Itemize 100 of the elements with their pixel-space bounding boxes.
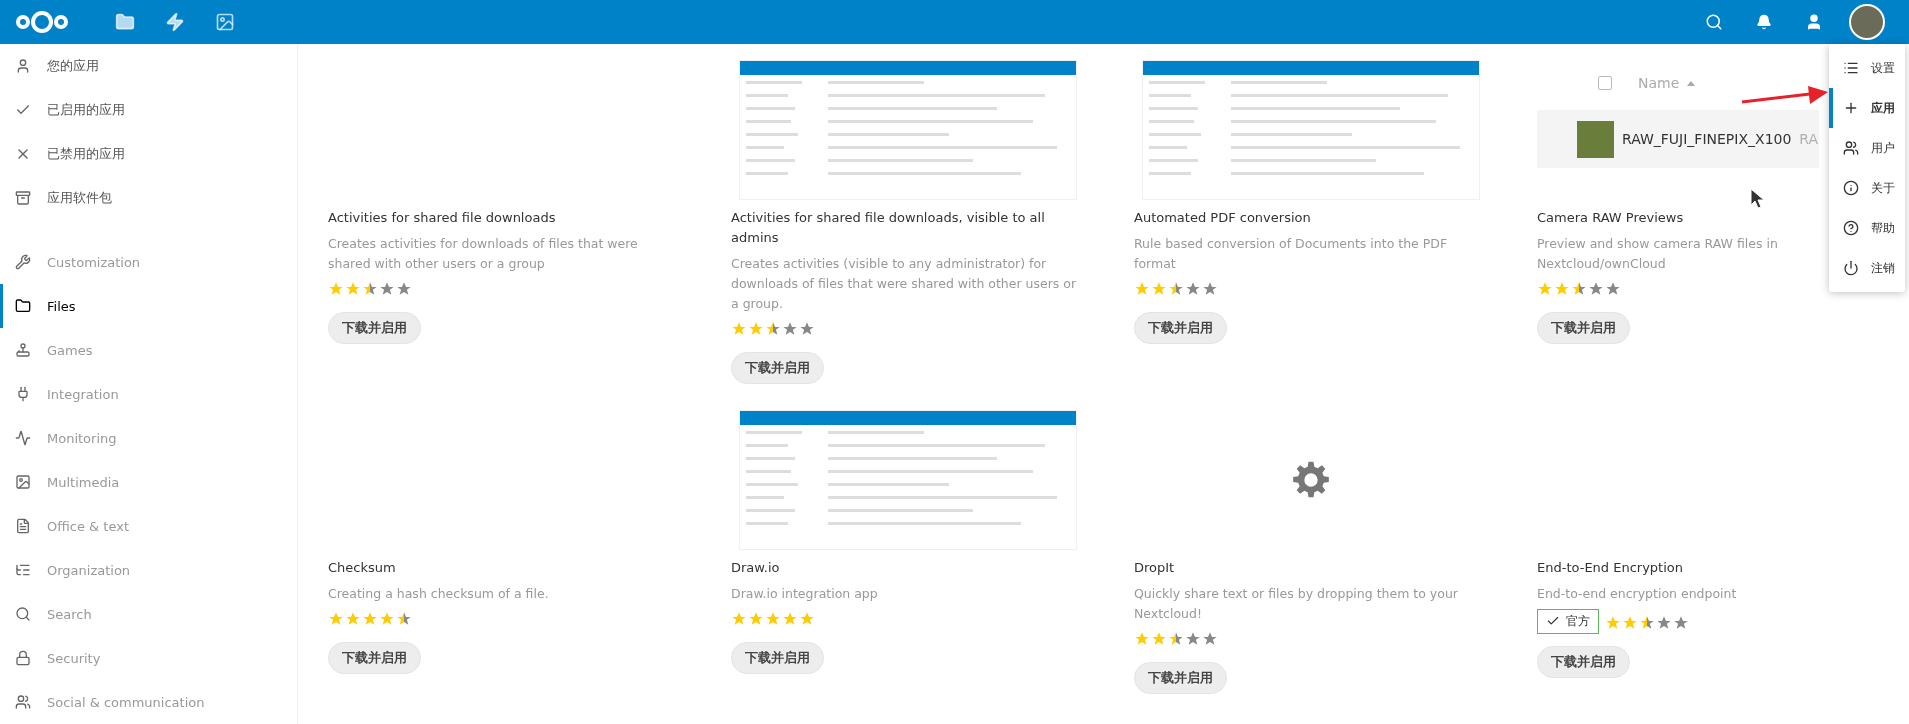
star-icon: [1134, 281, 1150, 297]
sidebar-item[interactable]: 您的应用: [0, 44, 297, 88]
category-icon: [15, 342, 31, 358]
official-badge: 官方: [1537, 608, 1599, 634]
star-icon: [1202, 281, 1218, 297]
gear-icon: [1290, 460, 1331, 500]
app-description: Rule based conversion of Documents into the PDF format: [1134, 235, 1449, 273]
sidebar-item[interactable]: Files: [0, 284, 297, 328]
app-title: DropIt: [1134, 559, 1176, 577]
star-icon: [379, 281, 395, 297]
star-icon: [1571, 281, 1587, 297]
category-icon: [15, 694, 31, 710]
photo-placeholder: [1577, 120, 1614, 158]
category-icon: [15, 430, 31, 446]
sidebar-icon: [15, 58, 31, 74]
star-icon: [1168, 631, 1184, 647]
app-title: Automated PDF conversion: [1134, 209, 1312, 227]
download-enable-button[interactable]: 下载并启用: [1537, 312, 1630, 344]
download-enable-button[interactable]: 下载并启用: [1134, 312, 1227, 344]
app-description: Preview and show camera RAW files in Nextcloud/ownCloud: [1537, 235, 1779, 273]
category-icon: [15, 254, 31, 270]
app-description: Creating a hash checksum of a file.: [328, 585, 549, 603]
menu-item[interactable]: 设置: [1829, 48, 1905, 88]
sidebar-icon: [15, 190, 31, 206]
file-row[interactable]: RAW_FUJI_FINEPIX_X100 RA: [1537, 110, 1819, 168]
star-icon: [748, 321, 764, 337]
category-icon: [15, 606, 31, 622]
app-description: End-to-end encryption endpoint: [1537, 585, 1737, 603]
download-enable-button[interactable]: 下载并启用: [1537, 646, 1630, 678]
menu-item[interactable]: 用户: [1829, 128, 1905, 168]
file-extension: RA: [1799, 131, 1819, 147]
download-enable-button[interactable]: 下载并启用: [731, 352, 824, 384]
star-icon: [748, 611, 764, 627]
category-icon: [15, 650, 31, 666]
app-description: Creates activities for downloads of files that were shared with other users or a group: [328, 235, 639, 273]
star-icon: [1168, 281, 1184, 297]
star-icon: [328, 281, 344, 297]
menu-icon: [1843, 140, 1859, 156]
star-icon: [396, 281, 412, 297]
star-icon: [379, 611, 395, 627]
star-icon: [1202, 631, 1218, 647]
category-icon: [15, 298, 31, 314]
app-description: Quickly share text or files by dropping them to your Nextcloud!: [1134, 585, 1459, 623]
sidebar-item[interactable]: 已禁用的应用: [0, 132, 297, 176]
app-title: Draw.io: [731, 559, 781, 577]
star-icon: [1605, 281, 1621, 297]
download-enable-button[interactable]: 下载并启用: [1134, 662, 1227, 694]
menu-item[interactable]: 帮助: [1829, 208, 1905, 248]
star-icon: [396, 611, 412, 627]
star-icon: [345, 281, 361, 297]
menu-item[interactable]: 应用: [1829, 88, 1905, 128]
star-icon: [1639, 615, 1655, 631]
app-description: Draw.io integration app: [731, 585, 878, 603]
menu-icon: [1843, 180, 1859, 196]
star-icon: [1134, 631, 1150, 647]
category-icon: [15, 518, 31, 534]
app-title: Checksum: [328, 559, 397, 577]
app-title: End-to-End Encryption: [1537, 559, 1684, 577]
star-icon: [799, 321, 815, 337]
sidebar-item[interactable]: 已启用的应用: [0, 88, 297, 132]
menu-icon: [1843, 220, 1859, 236]
menu-icon: [1843, 260, 1859, 276]
avatar[interactable]: [1849, 4, 1885, 40]
star-icon: [799, 611, 815, 627]
star-icon: [1151, 631, 1167, 647]
star-icon: [362, 281, 378, 297]
star-icon: [1673, 615, 1689, 631]
star-icon: [765, 611, 781, 627]
download-enable-button[interactable]: 下载并启用: [328, 642, 421, 674]
app-title: Activities for shared file downloads, visible to all admins: [731, 209, 1046, 247]
star-icon: [328, 611, 344, 627]
app-description: Creates activities (visible to any administrator) for downloads of files that were shared with other users or a group.: [731, 255, 1078, 313]
star-icon: [1622, 615, 1638, 631]
star-icon: [1151, 281, 1167, 297]
mouse-cursor-icon: [1750, 188, 1766, 210]
menu-icon: [1843, 100, 1859, 116]
star-icon: [362, 611, 378, 627]
star-icon: [782, 321, 798, 337]
star-icon: [1537, 281, 1553, 297]
star-icon: [731, 321, 747, 337]
sort-caret-icon: [1687, 80, 1696, 86]
file-name: RAW_FUJI_FINEPIX_X100: [1622, 131, 1792, 147]
checkbox[interactable]: [1598, 76, 1612, 90]
category-icon: [15, 562, 31, 578]
logo-icon[interactable]: [14, 8, 70, 36]
menu-item[interactable]: 注销: [1829, 248, 1905, 288]
category-icon: [15, 386, 31, 402]
star-icon: [782, 611, 798, 627]
sidebar-item[interactable]: 应用软件包: [0, 176, 297, 220]
menu-item[interactable]: 关于: [1829, 168, 1905, 208]
category-icon: [15, 474, 31, 490]
star-icon: [1185, 281, 1201, 297]
star-icon: [765, 321, 781, 337]
star-icon: [1656, 615, 1672, 631]
star-icon: [345, 611, 361, 627]
download-enable-button[interactable]: 下载并启用: [731, 642, 824, 674]
app-title: Camera RAW Previews: [1537, 209, 1685, 227]
download-enable-button[interactable]: 下载并启用: [328, 312, 421, 344]
app-title: Activities for shared file downloads: [328, 209, 557, 227]
star-icon: [1605, 615, 1621, 631]
